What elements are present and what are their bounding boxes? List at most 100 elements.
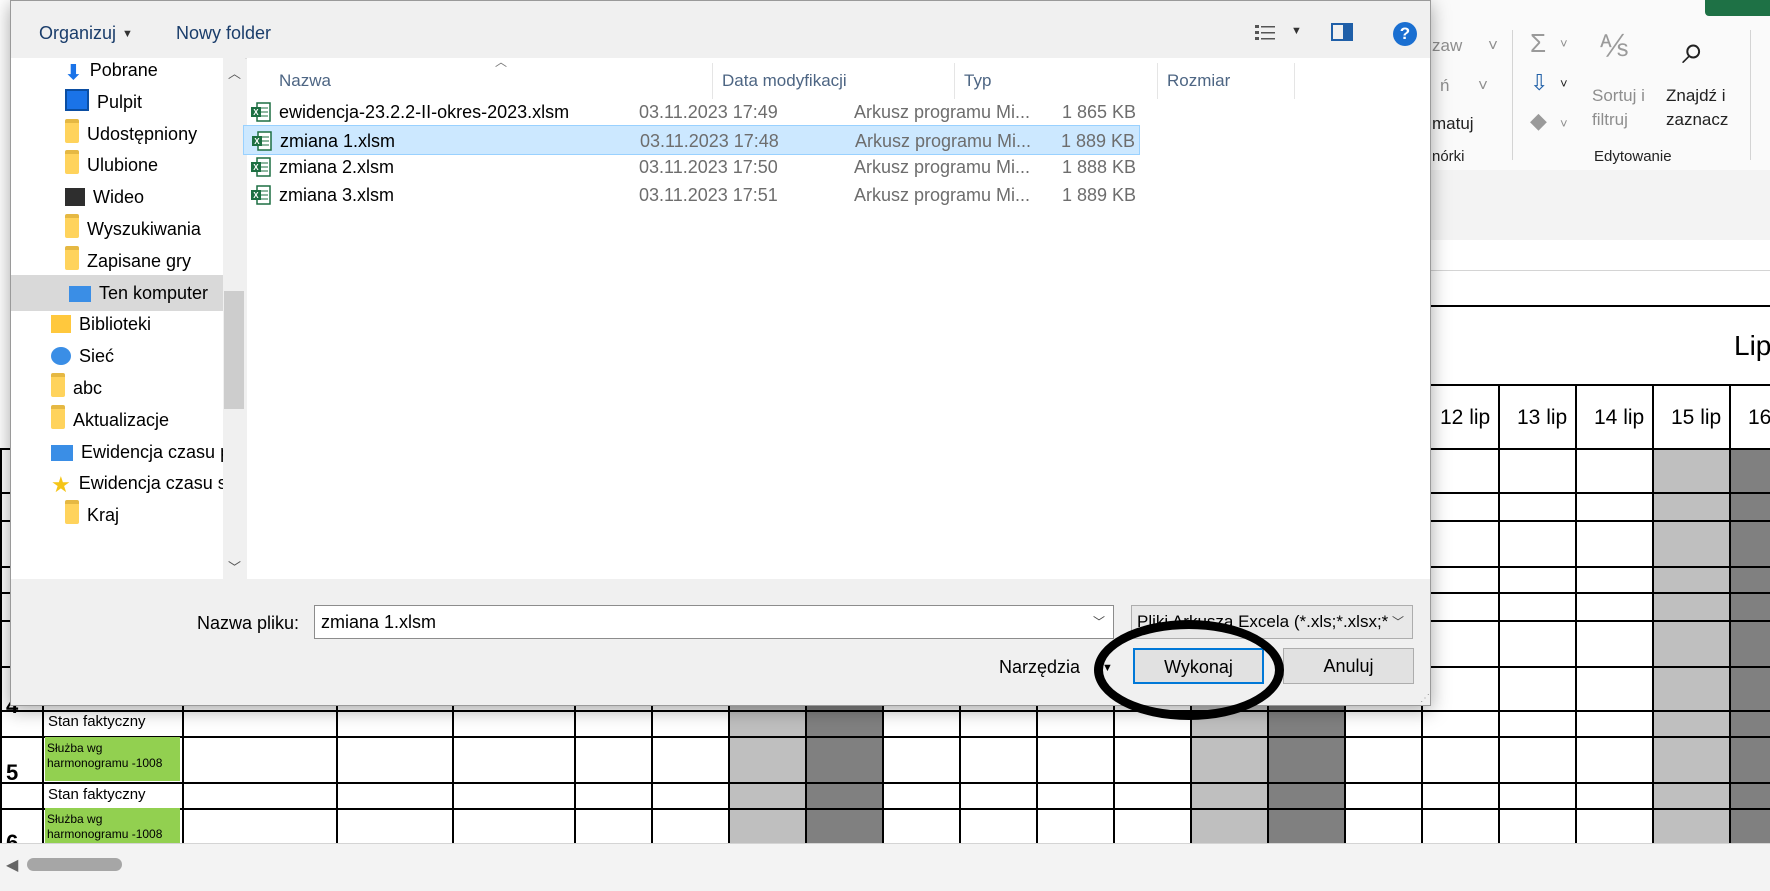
- nav-item[interactable]: Ewidencja czasu p: [51, 434, 223, 470]
- find-label-1[interactable]: Znajdź i: [1666, 86, 1726, 106]
- weekend-cell[interactable]: [1729, 808, 1770, 845]
- nav-scroll-thumb[interactable]: [224, 291, 244, 409]
- weekend-cell[interactable]: [1729, 620, 1770, 666]
- sort-filter-icon[interactable]: ⅍: [1600, 30, 1628, 64]
- weekend-cell[interactable]: [1652, 592, 1729, 620]
- nav-item[interactable]: Wideo: [65, 179, 144, 215]
- weekend-cell[interactable]: [805, 736, 882, 782]
- weekend-cell[interactable]: [1729, 566, 1770, 592]
- nav-item[interactable]: Aktualizacje: [51, 402, 169, 438]
- find-label-2[interactable]: zaznacz: [1666, 110, 1728, 130]
- weekend-cell[interactable]: [1190, 782, 1267, 808]
- day-header[interactable]: 14 lip: [1594, 406, 1644, 430]
- column-separator[interactable]: [712, 63, 713, 99]
- view-options-icon[interactable]: [1254, 23, 1276, 41]
- weekend-cell[interactable]: [728, 782, 805, 808]
- weekend-cell[interactable]: [1729, 492, 1770, 520]
- weekend-cell[interactable]: [728, 710, 805, 736]
- day-header[interactable]: 12 lip: [1440, 406, 1490, 430]
- sum-icon[interactable]: Σ: [1530, 28, 1546, 59]
- day-header[interactable]: 15 lip: [1671, 406, 1721, 430]
- chevron-down-icon[interactable]: ﹀: [1093, 606, 1105, 638]
- weekend-cell[interactable]: [1729, 592, 1770, 620]
- column-header-date[interactable]: Data modyfikacji: [722, 71, 847, 91]
- weekend-cell[interactable]: [1652, 566, 1729, 592]
- fill-down-icon[interactable]: ⇩: [1530, 70, 1548, 96]
- weekend-cell[interactable]: [728, 808, 805, 845]
- file-row[interactable]: Xzmiana 2.xlsm 03.11.2023 17:50 Arkusz pro…: [243, 152, 1140, 182]
- weekend-cell[interactable]: [805, 782, 882, 808]
- weekend-cell[interactable]: [1729, 520, 1770, 566]
- day-header[interactable]: 16: [1748, 406, 1770, 430]
- day-header[interactable]: 13 lip: [1517, 406, 1567, 430]
- nav-item[interactable]: Pulpit: [65, 84, 142, 120]
- ribbon-fragment-format[interactable]: matuj: [1432, 114, 1474, 134]
- preview-pane-icon[interactable]: [1331, 23, 1353, 41]
- share-button[interactable]: [1705, 0, 1770, 16]
- horizontal-scrollbar[interactable]: [0, 843, 1770, 891]
- chevron-down-icon[interactable]: ﹀: [1387, 606, 1404, 638]
- nav-item[interactable]: Zapisane gry: [65, 243, 191, 279]
- nav-item[interactable]: Kraj: [65, 497, 119, 533]
- weekend-cell[interactable]: [1267, 782, 1344, 808]
- weekend-cell[interactable]: [1267, 736, 1344, 782]
- weekend-cell[interactable]: [1190, 808, 1267, 845]
- column-separator[interactable]: [1294, 63, 1295, 99]
- weekend-cell[interactable]: [1652, 808, 1729, 845]
- weekend-cell[interactable]: [1652, 666, 1729, 710]
- schedule-label[interactable]: Służba wg harmonogramu -1008: [45, 737, 180, 781]
- column-header-name[interactable]: Nazwa: [279, 71, 331, 91]
- organize-button[interactable]: Organizuj ▼: [39, 23, 133, 44]
- nav-item[interactable]: ★ Ewidencja czasu s: [51, 465, 223, 501]
- sort-label-2[interactable]: filtruj: [1592, 110, 1628, 130]
- weekend-cell[interactable]: [1729, 736, 1770, 782]
- filename-value[interactable]: zmiana 1.xlsm: [321, 612, 436, 632]
- weekend-cell[interactable]: [1652, 782, 1729, 808]
- nav-item[interactable]: Biblioteki: [51, 306, 151, 342]
- weekend-cell[interactable]: [1652, 710, 1729, 736]
- column-separator[interactable]: [954, 63, 955, 99]
- nav-item[interactable]: Ulubione: [65, 147, 158, 183]
- schedule-label[interactable]: Służba wg harmonogramu -1008: [45, 808, 180, 843]
- column-header-type[interactable]: Typ: [964, 71, 991, 91]
- ribbon-fragment-insert[interactable]: zaw: [1432, 36, 1462, 56]
- resize-grip-icon[interactable]: ⋰: [1420, 693, 1430, 704]
- cancel-button[interactable]: Anuluj: [1283, 648, 1414, 684]
- sort-label-1[interactable]: Sortuj i: [1592, 86, 1645, 106]
- help-icon[interactable]: ?: [1393, 22, 1417, 46]
- column-header-size[interactable]: Rozmiar: [1167, 71, 1230, 91]
- scroll-down-icon[interactable]: ﹀: [228, 557, 241, 576]
- weekend-cell[interactable]: [1652, 520, 1729, 566]
- weekend-cell[interactable]: [1190, 736, 1267, 782]
- new-folder-button[interactable]: Nowy folder: [176, 23, 271, 44]
- file-row[interactable]: Xzmiana 1.xlsm 03.11.2023 17:48 Arkusz pro…: [243, 124, 1140, 155]
- weekend-cell[interactable]: [1652, 620, 1729, 666]
- ribbon-fragment-delete[interactable]: ń: [1440, 76, 1449, 96]
- nav-item[interactable]: Sieć: [51, 338, 114, 374]
- nav-item[interactable]: Wyszukiwania: [65, 211, 201, 247]
- scroll-left-arrow-icon[interactable]: ◀: [6, 855, 18, 875]
- weekend-cell[interactable]: [1729, 666, 1770, 710]
- weekend-cell[interactable]: [728, 736, 805, 782]
- formula-bar[interactable]: [1430, 240, 1770, 271]
- nav-item[interactable]: abc: [51, 370, 102, 406]
- weekend-cell[interactable]: [1652, 492, 1729, 520]
- weekend-cell[interactable]: [805, 808, 882, 845]
- weekend-cell[interactable]: [805, 710, 882, 736]
- scroll-up-icon[interactable]: ︿: [228, 63, 241, 82]
- nav-item[interactable]: Udostępniony: [65, 116, 197, 152]
- weekend-cell[interactable]: [1729, 782, 1770, 808]
- weekend-cell[interactable]: [1729, 710, 1770, 736]
- column-separator[interactable]: [1157, 63, 1158, 99]
- weekend-cell[interactable]: [1652, 736, 1729, 782]
- view-options-caret-icon[interactable]: ▼: [1291, 25, 1302, 37]
- find-magnifier-icon[interactable]: ⌕: [1682, 28, 1704, 73]
- row-number[interactable]: 5: [6, 760, 18, 786]
- file-row[interactable]: Xewidencja-23.2.2-II-okres-2023.xlsm 03.1…: [243, 97, 1140, 127]
- weekend-cell[interactable]: [1652, 448, 1729, 492]
- actual-state-label[interactable]: Stan faktyczny: [48, 713, 146, 730]
- weekend-cell[interactable]: [1267, 808, 1344, 845]
- weekend-cell[interactable]: [1267, 710, 1344, 736]
- filename-input[interactable]: zmiana 1.xlsm ﹀: [314, 605, 1114, 639]
- navigation-pane[interactable]: ⬇ Pobrane Pulpit Udostępniony Ulubione Wideo W…: [11, 58, 223, 579]
